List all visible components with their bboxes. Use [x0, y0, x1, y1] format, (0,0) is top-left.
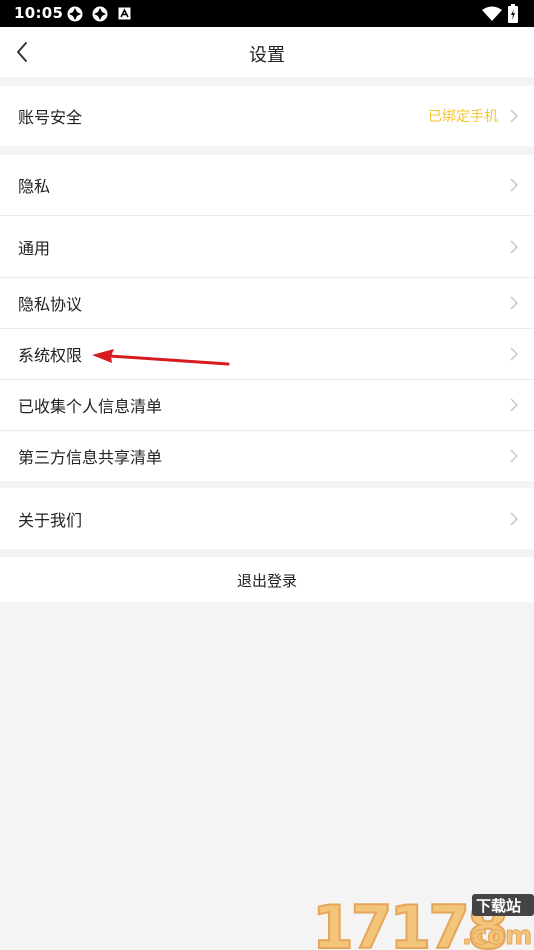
chevron-right-icon — [510, 109, 518, 123]
chevron-right-icon — [510, 178, 518, 192]
settings-item-general[interactable]: 通用 — [0, 216, 534, 278]
wifi-icon — [482, 6, 502, 21]
chevron-right-icon — [510, 449, 518, 463]
app-header: 设置 — [0, 27, 534, 77]
page-title: 设置 — [249, 45, 285, 66]
chevron-right-icon — [510, 512, 518, 525]
about-us-label: 关于我们 — [18, 510, 83, 530]
phone-bound-status: 已绑定手机 — [428, 109, 498, 125]
chevron-right-icon — [510, 398, 518, 412]
settings-item-privacy-policy[interactable]: 隐私协议 — [0, 278, 534, 329]
logout-button[interactable]: 退出登录 — [0, 557, 534, 602]
chevron-right-icon — [510, 296, 518, 310]
settings-item-label: 系统权限 — [18, 346, 83, 365]
site-watermark-logo: 17178 下载站 .com — [311, 892, 534, 950]
chevron-right-icon — [510, 347, 518, 361]
account-group: 账号安全 已绑定手机 — [0, 86, 534, 146]
account-security-row[interactable]: 账号安全 已绑定手机 — [0, 86, 534, 146]
status-time: 10:05 — [14, 4, 64, 22]
settings-group: 隐私 通用 隐私协议 系统权限 已收集个人信息清单 第三方信息共享清单 — [0, 155, 534, 481]
annotation-arrow — [92, 349, 230, 366]
keyboard-notification-icon — [118, 7, 131, 20]
settings-item-label: 已收集个人信息清单 — [18, 397, 163, 416]
settings-item-collected-info-list[interactable]: 已收集个人信息清单 — [0, 380, 534, 431]
settings-item-label: 第三方信息共享清单 — [18, 448, 163, 467]
battery-icon — [508, 4, 518, 23]
notification-app-icon — [67, 6, 83, 22]
logout-label: 退出登录 — [236, 572, 297, 590]
status-bar: 10:05 — [0, 0, 534, 27]
account-security-label: 账号安全 — [18, 108, 83, 127]
settings-item-third-party-sharing-list[interactable]: 第三方信息共享清单 — [0, 431, 534, 481]
about-group: 关于我们 — [0, 488, 534, 549]
settings-item-label: 通用 — [18, 238, 51, 258]
settings-item-label: 隐私协议 — [18, 295, 83, 314]
watermark-tld: .com — [462, 921, 532, 950]
settings-item-system-permissions[interactable]: 系统权限 — [0, 329, 534, 380]
chevron-right-icon — [510, 240, 518, 253]
settings-item-label: 隐私 — [18, 177, 51, 196]
settings-item-privacy[interactable]: 隐私 — [0, 155, 534, 216]
about-us-row[interactable]: 关于我们 — [0, 488, 534, 549]
watermark-site: 下载站 — [476, 897, 521, 915]
notification-app-icon-2 — [92, 6, 108, 22]
